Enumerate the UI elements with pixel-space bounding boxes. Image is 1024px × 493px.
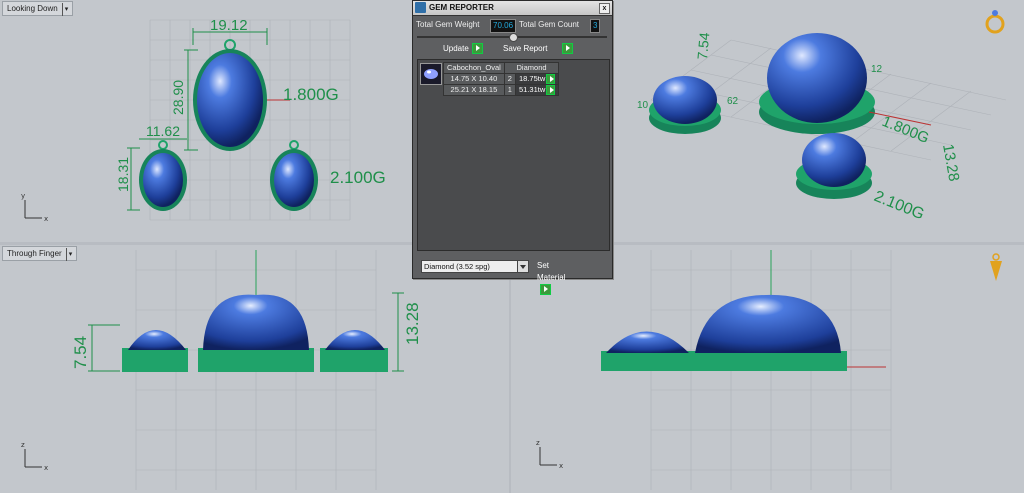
dim-weight-large: 1.800G (283, 85, 339, 104)
gem-size: 25.21 X 18.15 (443, 84, 505, 97)
col-header-shape: Cabochon_Oval (443, 62, 505, 74)
slider-knob[interactable] (509, 33, 518, 42)
gem-reporter-logo-icon (415, 2, 426, 13)
gem-side-right[interactable] (320, 330, 388, 372)
play-icon (562, 43, 574, 55)
viewport-label-top-left[interactable]: Looking Down ▾ (2, 1, 74, 16)
chevron-down-icon[interactable] (517, 261, 528, 272)
scene-bottom-right: x z (536, 250, 1002, 490)
save-report-label: Save Report (503, 44, 548, 53)
play-icon[interactable] (546, 85, 556, 96)
gem-reporter-titlebar[interactable]: GEM REPORTER x (413, 1, 612, 16)
pendant-view-icon[interactable] (990, 253, 1002, 281)
dim-3d-d2: 10 (637, 100, 649, 111)
gem-side-center[interactable] (198, 294, 314, 372)
set-material-label: Set Material (537, 261, 566, 282)
dim-3d-weight-large: 1.800G (880, 113, 932, 147)
update-label: Update (443, 44, 469, 53)
chevron-down-icon[interactable]: ▾ (61, 3, 68, 16)
axis-x-label: x (559, 462, 563, 470)
weight-slider[interactable] (417, 33, 607, 42)
axis-x-label: x (44, 464, 48, 472)
gem-count: 2 (503, 72, 516, 86)
gem-side-left[interactable] (122, 330, 188, 372)
dim-3d-height-right: 13.28 (939, 143, 962, 183)
viewport-bottom-left[interactable]: 7.54 13.28 x z Through Finger ▾ (0, 245, 509, 493)
chevron-down-icon[interactable]: ▾ (65, 248, 72, 261)
gem-3d-large[interactable] (759, 33, 875, 134)
dim-3d-weight-small: 2.100G (872, 188, 927, 223)
gem-3d-front[interactable] (796, 133, 872, 199)
total-count-label: Total Gem Count (519, 20, 580, 29)
gem-list[interactable]: Cabochon_Oval Diamond 14.75 X 10.40 2 18… (417, 59, 610, 251)
play-icon (540, 284, 551, 296)
axis-z-label: z (536, 439, 540, 447)
dim-height-large: 28.90 (170, 80, 186, 115)
dim-width-large: 19.12 (210, 17, 248, 34)
gem-thumbnail-icon (420, 63, 442, 85)
dim-side-height-right: 13.28 (403, 302, 422, 345)
dim-3d-d1: 12 (871, 64, 883, 75)
play-icon[interactable] (546, 74, 556, 85)
play-icon (471, 43, 483, 55)
small-pendant-right[interactable] (270, 140, 318, 211)
dim-3d-height-left: 7.54 (694, 32, 712, 61)
total-count-value: 3 (590, 19, 601, 33)
ring-icon[interactable] (985, 10, 1005, 34)
axis-y-label: y (21, 192, 25, 200)
dim-width-small: 11.62 (146, 123, 180, 139)
material-select[interactable]: Diamond (3.52 spg) (421, 260, 529, 273)
dim-side-height-left: 7.54 (71, 336, 90, 369)
gem-reporter-panel[interactable]: GEM REPORTER x Total Gem Weight 70.06 To… (412, 0, 613, 296)
dim-height-small: 18.31 (115, 157, 131, 192)
scene-bottom-left: 7.54 13.28 x z (21, 250, 422, 490)
close-icon[interactable]: x (599, 3, 610, 14)
material-selected-value: Diamond (3.52 spg) (424, 262, 490, 271)
viewport-bottom-right[interactable]: x z (511, 245, 1024, 493)
gem-weight: 18.75tw (514, 72, 560, 86)
viewport-label-text: Through Finger (7, 249, 62, 258)
total-weight-value: 70.06 (490, 19, 517, 33)
small-pendant-left[interactable] (139, 140, 187, 211)
update-button[interactable]: Update (443, 43, 483, 55)
table-row[interactable]: 14.75 X 10.40 2 18.75tw (443, 72, 560, 86)
viewport-label-bottom-left[interactable]: Through Finger ▾ (2, 246, 78, 261)
gem-perspective-left[interactable] (601, 331, 693, 372)
gem-reporter-title: GEM REPORTER (429, 3, 494, 12)
dim-weight-small: 2.100G (330, 168, 386, 187)
large-pendant[interactable] (193, 39, 267, 151)
gem-size: 14.75 X 10.40 (443, 72, 505, 86)
gem-weight: 51.31tw (514, 84, 560, 97)
save-report-button[interactable]: Save Report (503, 43, 574, 55)
set-material-button[interactable]: Set Material (537, 260, 565, 296)
axis-z-label: z (21, 441, 25, 449)
col-header-material: Diamond (503, 62, 560, 74)
gem-perspective-right[interactable] (689, 294, 847, 371)
axis-x-label: x (44, 215, 48, 223)
total-weight-label: Total Gem Weight (416, 20, 480, 29)
table-row[interactable]: 25.21 X 18.15 1 51.31tw (443, 84, 560, 97)
gem-table: Cabochon_Oval Diamond 14.75 X 10.40 2 18… (443, 62, 560, 97)
gem-count: 1 (503, 84, 516, 97)
viewport-label-text: Looking Down (7, 4, 58, 13)
dim-3d-d3: 62 (727, 96, 739, 107)
gem-3d-left[interactable] (649, 76, 721, 134)
